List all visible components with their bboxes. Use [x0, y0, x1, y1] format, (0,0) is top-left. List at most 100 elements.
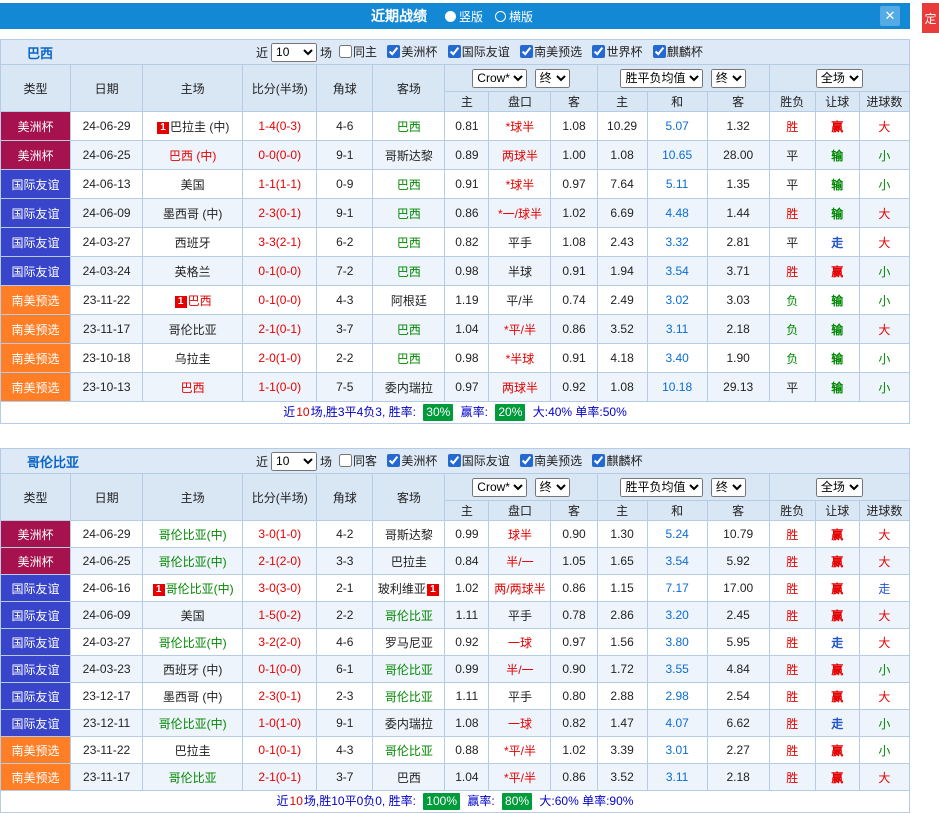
home-team[interactable]: 1 巴西: [142, 285, 244, 315]
league-checkbox[interactable]: [339, 454, 353, 467]
home-team[interactable]: 巴西 (中): [142, 140, 244, 170]
league-filter[interactable]: 麒麟杯: [646, 43, 703, 60]
scope-select[interactable]: 全场: [815, 68, 863, 88]
avg-select[interactable]: 胜平负均值: [620, 68, 704, 88]
home-team[interactable]: 1 哥伦比亚(中): [142, 574, 244, 602]
home-team[interactable]: 墨西哥 (中): [142, 198, 244, 228]
away-team[interactable]: 巴拉圭: [372, 547, 446, 575]
away-team[interactable]: 巴西: [372, 227, 446, 257]
league-filter[interactable]: 同主: [332, 43, 377, 60]
final-select[interactable]: 终: [534, 68, 570, 88]
col-home: 主场: [142, 64, 244, 112]
away-team[interactable]: 巴西: [372, 343, 446, 373]
handicap-odds-away: 0.78: [550, 601, 598, 629]
section-title: 哥伦比亚: [27, 454, 80, 470]
final-select[interactable]: 终: [534, 477, 570, 497]
home-team[interactable]: 哥伦比亚(中): [142, 520, 244, 548]
avg-group-header: 胜平负均值 终: [596, 64, 770, 92]
away-team[interactable]: 巴西: [372, 763, 446, 791]
handicap-odds-away: 0.86: [550, 574, 598, 602]
away-team[interactable]: 委内瑞拉: [372, 372, 446, 402]
home-team[interactable]: 西班牙 (中): [142, 655, 244, 683]
home-team[interactable]: 乌拉圭: [142, 343, 244, 373]
away-team[interactable]: 哥斯达黎: [372, 520, 446, 548]
handicap-odds-away: 1.08: [550, 111, 598, 141]
league-checkbox[interactable]: [592, 45, 606, 58]
home-team[interactable]: 西班牙: [142, 227, 244, 257]
league-filter[interactable]: 同客: [332, 452, 377, 469]
away-team[interactable]: 玻利维亚 1: [372, 574, 446, 602]
league-filter[interactable]: 世界杯: [585, 43, 642, 60]
league-checkbox[interactable]: [592, 454, 606, 467]
league-filter[interactable]: 麒麟杯: [585, 452, 642, 469]
away-team[interactable]: 罗马尼亚: [372, 628, 446, 656]
col-hcp-result: 让球: [814, 91, 860, 112]
league-filter[interactable]: 国际友谊: [441, 43, 510, 60]
away-team[interactable]: 巴西: [372, 169, 446, 199]
home-team[interactable]: 巴拉圭: [142, 736, 244, 764]
close-button[interactable]: ✕: [880, 6, 900, 26]
league-filter[interactable]: 国际友谊: [441, 452, 510, 469]
home-team[interactable]: 哥伦比亚(中): [142, 547, 244, 575]
league-filter[interactable]: 美洲杯: [380, 43, 437, 60]
away-team[interactable]: 巴西: [372, 198, 446, 228]
league-label: 同客: [353, 454, 378, 468]
avg-select[interactable]: 胜平负均值: [620, 477, 704, 497]
final-select-2[interactable]: 终: [710, 477, 746, 497]
layout-radio-horizontal[interactable]: 横版: [495, 8, 533, 25]
home-team[interactable]: 墨西哥 (中): [142, 682, 244, 710]
result-handicap: 输: [814, 285, 860, 315]
home-team[interactable]: 英格兰: [142, 256, 244, 286]
euro-odds-away: 2.18: [706, 314, 770, 344]
scope-select[interactable]: 全场: [815, 477, 863, 497]
away-team[interactable]: 哥伦比亚: [372, 682, 446, 710]
side-tab[interactable]: 定: [922, 3, 939, 33]
league-checkbox[interactable]: [520, 454, 534, 467]
league-checkbox[interactable]: [520, 45, 534, 58]
away-team[interactable]: 哥伦比亚: [372, 736, 446, 764]
league-checkbox[interactable]: [387, 45, 401, 58]
away-team[interactable]: 委内瑞拉: [372, 709, 446, 737]
away-team[interactable]: 阿根廷: [372, 285, 446, 315]
home-team[interactable]: 1 巴拉圭 (中): [142, 111, 244, 141]
result-handicap: 赢: [814, 655, 860, 683]
league-filter[interactable]: 南美预选: [513, 452, 582, 469]
bookmaker-select[interactable]: Crow*: [472, 68, 528, 88]
league-checkbox[interactable]: [339, 45, 353, 58]
away-team[interactable]: 哥伦比亚: [372, 601, 446, 629]
summary-text: 大:60% 单率:90%: [539, 794, 634, 808]
league-checkbox[interactable]: [387, 454, 401, 467]
result-goals: 小: [858, 140, 911, 170]
euro-odds-home: 2.88: [596, 682, 648, 710]
handicap-odds-home: 0.84: [444, 547, 490, 575]
home-team[interactable]: 哥伦比亚: [142, 314, 244, 344]
rank1-icon: 1: [426, 583, 439, 596]
euro-odds-home: 1.65: [596, 547, 648, 575]
euro-odds-home: 7.64: [596, 169, 648, 199]
bookmaker-select[interactable]: Crow*: [472, 477, 528, 497]
league-filter[interactable]: 美洲杯: [380, 452, 437, 469]
home-team[interactable]: 哥伦比亚: [142, 763, 244, 791]
away-team[interactable]: 巴西: [372, 111, 446, 141]
away-team[interactable]: 哥斯达黎: [372, 140, 446, 170]
league-filter[interactable]: 南美预选: [513, 43, 582, 60]
result-wdl: 平: [768, 140, 816, 170]
home-team[interactable]: 哥伦比亚(中): [142, 628, 244, 656]
final-select-2[interactable]: 终: [710, 68, 746, 88]
away-team[interactable]: 巴西: [372, 314, 446, 344]
home-team[interactable]: 巴西: [142, 372, 244, 402]
match-count-select[interactable]: 10: [271, 451, 318, 471]
result-goals: 大: [858, 314, 911, 344]
handicap-odds-away: 0.82: [550, 709, 598, 737]
away-team[interactable]: 哥伦比亚: [372, 655, 446, 683]
home-team[interactable]: 哥伦比亚(中): [142, 709, 244, 737]
league-checkbox[interactable]: [447, 454, 461, 467]
away-team[interactable]: 巴西: [372, 256, 446, 286]
league-checkbox[interactable]: [447, 45, 461, 58]
league-checkbox[interactable]: [652, 45, 666, 58]
home-team[interactable]: 美国: [142, 169, 244, 199]
col-score: 比分(半场): [242, 64, 318, 112]
home-team[interactable]: 美国: [142, 601, 244, 629]
layout-radio-vertical[interactable]: 竖版: [444, 8, 483, 25]
match-count-select[interactable]: 10: [271, 42, 318, 62]
